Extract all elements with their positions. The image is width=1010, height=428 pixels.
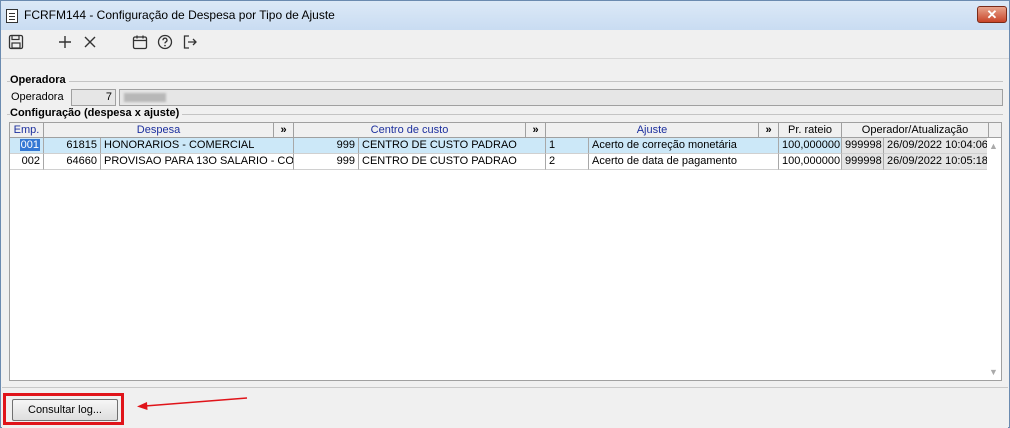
operadora-name-redacted xyxy=(124,93,166,102)
cell-atualizacao: 26/09/2022 10:05:18 xyxy=(884,154,989,170)
table-row[interactable]: 002 64660 PROVISAO PARA 13O SALARIO - CO… xyxy=(10,154,989,170)
cell-atualizacao: 26/09/2022 10:04:06 xyxy=(884,138,989,154)
cell-emp[interactable]: 001 xyxy=(10,138,44,154)
add-icon[interactable] xyxy=(55,34,75,54)
cell-ajuste-name[interactable]: Acerto de correção monetária xyxy=(589,138,779,154)
cell-cc-name[interactable]: CENTRO DE CUSTO PADRAO xyxy=(359,154,546,170)
column-header-emp[interactable]: Emp. xyxy=(10,123,44,138)
cell-cc-code[interactable]: 999 xyxy=(294,138,359,154)
operadora-section-title: Operadora xyxy=(10,74,69,86)
column-header-despesa[interactable]: Despesa xyxy=(44,123,274,138)
scroll-down-icon[interactable]: ▼ xyxy=(989,367,998,377)
document-icon xyxy=(6,9,18,23)
exit-icon[interactable] xyxy=(180,34,200,54)
cell-operador: 999998 xyxy=(842,138,884,154)
vertical-scrollbar[interactable]: ▲ ▼ xyxy=(987,138,1001,380)
table-row[interactable]: 001 61815 HONORARIOS - COMERCIAL 999 CEN… xyxy=(10,138,989,154)
column-header-centro[interactable]: Centro de custo xyxy=(294,123,526,138)
config-grid[interactable]: Emp. Despesa » Centro de custo » Ajuste … xyxy=(9,122,1002,381)
cell-despesa-code[interactable]: 61815 xyxy=(44,138,101,154)
column-header-filler xyxy=(989,123,1001,138)
cell-emp[interactable]: 002 xyxy=(10,154,44,170)
cell-despesa-code[interactable]: 64660 xyxy=(44,154,101,170)
operadora-code-field[interactable]: 7 xyxy=(71,89,116,106)
cell-operador: 999998 xyxy=(842,154,884,170)
window-title: FCRFM144 - Configuração de Despesa por T… xyxy=(24,8,335,22)
annotation-arrow-icon xyxy=(137,397,248,410)
cell-rateio[interactable]: 100,000000 xyxy=(779,138,842,154)
cell-despesa-name[interactable]: PROVISAO PARA 13O SALARIO - COME xyxy=(101,154,294,170)
config-section-title: Configuração (despesa x ajuste) xyxy=(10,107,183,119)
main-window: FCRFM144 - Configuração de Despesa por T… xyxy=(0,0,1010,428)
cell-cc-code[interactable]: 999 xyxy=(294,154,359,170)
help-icon[interactable] xyxy=(155,34,175,54)
delete-icon[interactable] xyxy=(80,34,100,54)
operadora-name-field[interactable] xyxy=(119,89,1003,106)
cell-ajuste-name[interactable]: Acerto de data de pagamento xyxy=(589,154,779,170)
cell-cc-name[interactable]: CENTRO DE CUSTO PADRAO xyxy=(359,138,546,154)
despesa-expand-button[interactable]: » xyxy=(274,123,294,138)
annotation-highlight-box xyxy=(3,393,124,425)
cell-ajuste-code[interactable]: 1 xyxy=(546,138,589,154)
ajuste-expand-button[interactable]: » xyxy=(759,123,779,138)
centro-expand-button[interactable]: » xyxy=(526,123,546,138)
title-bar: FCRFM144 - Configuração de Despesa por T… xyxy=(1,1,1009,30)
operadora-label: Operadora xyxy=(11,91,64,103)
column-header-rateio[interactable]: Pr. rateio xyxy=(779,123,842,138)
close-button[interactable]: ✕ xyxy=(977,6,1007,23)
save-icon[interactable] xyxy=(6,34,26,54)
cell-emp-text: 001 xyxy=(19,139,40,151)
calendar-icon[interactable] xyxy=(130,34,150,54)
scroll-up-icon[interactable]: ▲ xyxy=(989,141,998,151)
cell-despesa-name[interactable]: HONORARIOS - COMERCIAL xyxy=(101,138,294,154)
cell-ajuste-code[interactable]: 2 xyxy=(546,154,589,170)
operadora-group-line xyxy=(7,81,1003,82)
column-header-ajuste[interactable]: Ajuste xyxy=(546,123,759,138)
cell-rateio[interactable]: 100,000000 xyxy=(779,154,842,170)
toolbar xyxy=(1,30,1009,59)
column-header-operador[interactable]: Operador/Atualização xyxy=(842,123,989,138)
